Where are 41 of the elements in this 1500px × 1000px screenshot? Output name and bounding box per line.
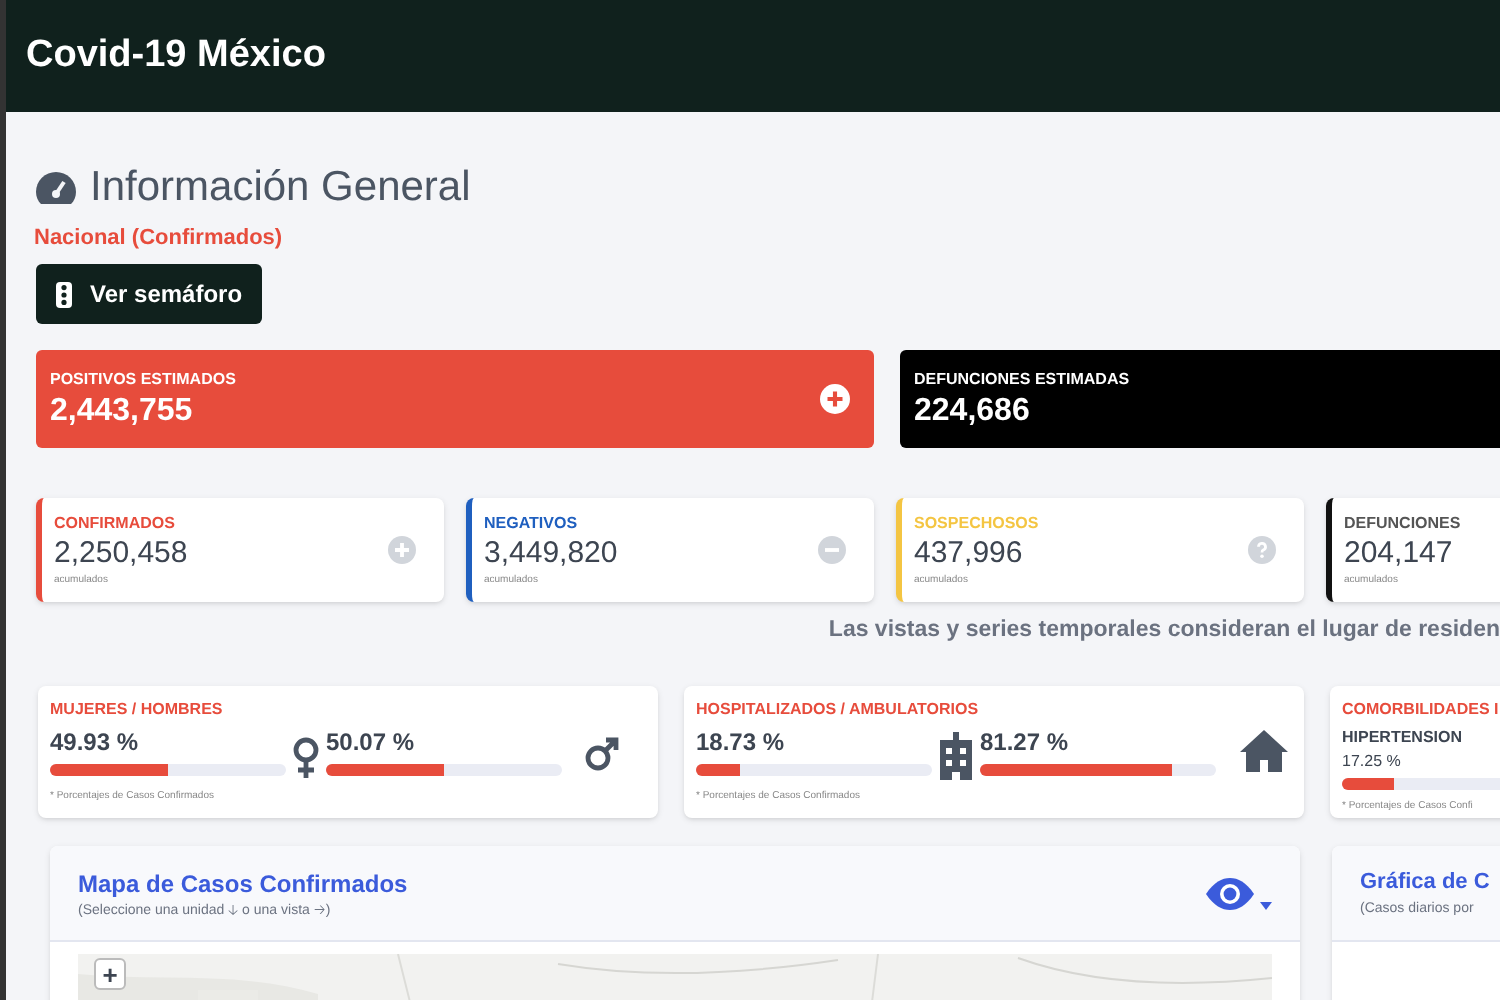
percent-value: 18.73 % <box>696 726 787 761</box>
card-value: 204,147 <box>1344 535 1455 574</box>
card-label: SOSPECHOSOS <box>914 511 1039 536</box>
hospital-icon <box>938 732 974 781</box>
percent-value: 50.07 % <box>326 726 417 761</box>
gauge-icon <box>34 169 78 206</box>
card-label: HOSPITALIZADOS / AMBULATORIOS <box>696 698 981 723</box>
card-label: MUJERES / HOMBRES <box>50 698 225 723</box>
card-value: 224,686 <box>914 391 1032 431</box>
item-label: HIPERTENSION <box>1342 726 1465 751</box>
card-label: NEGATIVOS <box>484 511 580 536</box>
card-title: Mapa de Casos Confirmados <box>78 867 408 901</box>
question-circle-icon <box>1248 536 1276 564</box>
card-label: CONFIRMADOS <box>54 511 177 536</box>
view-dropdown[interactable] <box>1204 877 1272 910</box>
zoom-in-button[interactable]: + <box>94 958 126 991</box>
male-icon <box>584 736 620 773</box>
percent-value: 49.93 % <box>50 726 141 761</box>
section-title: Información General <box>90 162 471 214</box>
percent-value: 81.27 % <box>980 726 1071 761</box>
traffic-light-icon <box>56 281 72 307</box>
caret-icon <box>1260 901 1272 910</box>
card-label: DEFUNCIONES <box>1344 511 1461 536</box>
card-label: POSITIVOS ESTIMADOS <box>50 367 236 391</box>
card-value: 2,250,458 <box>54 535 188 574</box>
card-label: DEFUNCIONES ESTIMADAS <box>914 367 1130 391</box>
residence-note: Las vistas y series temporales consideran el lugar de residen <box>828 616 1500 646</box>
card-value: 2,443,755 <box>50 391 195 431</box>
female-icon <box>292 736 320 781</box>
plus-circle-icon <box>820 384 850 414</box>
plus-circle-icon <box>388 536 416 564</box>
minus-circle-icon <box>818 536 846 564</box>
section-subtitle: Nacional (Confirmados) <box>34 223 285 253</box>
percent-value: 17.25 % <box>1342 750 1403 775</box>
house-icon <box>1238 728 1290 773</box>
semaforo-button[interactable]: Ver semáforo <box>36 264 263 324</box>
card-title: Gráfica de C <box>1360 868 1492 899</box>
card-value: 437,996 <box>914 535 1025 574</box>
card-value: 3,449,820 <box>484 535 618 574</box>
card-label: COMORBILIDADES I <box>1342 698 1500 723</box>
app-title: Covid-19 México <box>26 31 326 80</box>
